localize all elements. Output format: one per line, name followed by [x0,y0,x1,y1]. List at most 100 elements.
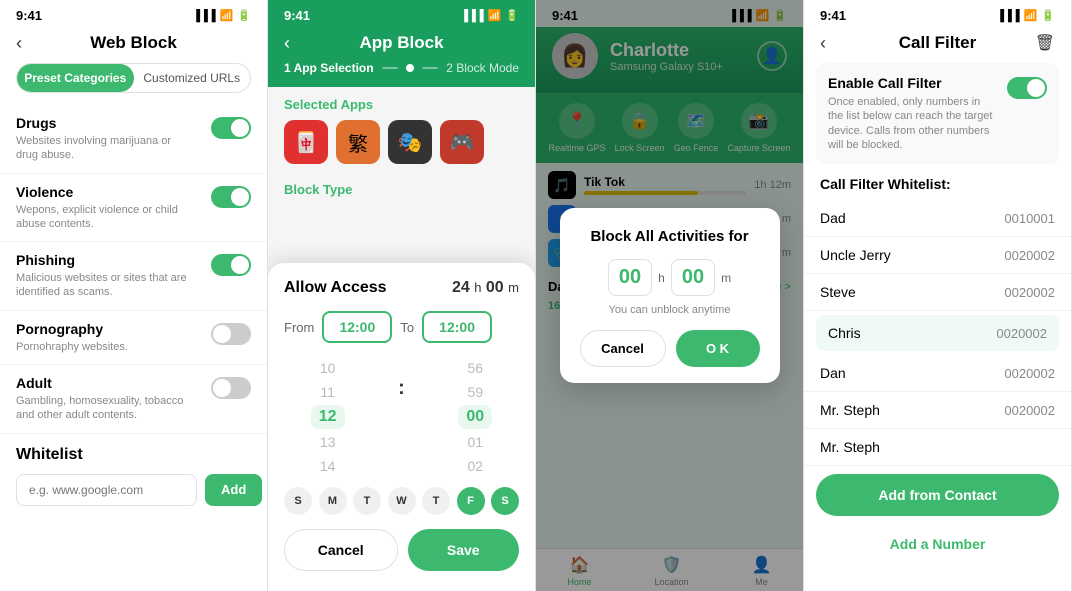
category-text: Pornography Pornohraphy websites. [16,321,128,354]
status-time-4: 9:41 [820,8,846,23]
day-button[interactable]: T [422,487,450,515]
contact-row[interactable]: Steve 0020002 [804,274,1071,311]
step-line [382,67,398,69]
category-item: Adult Gambling, homosexuality, tobacco a… [0,365,267,434]
app-block-header: ‹ App Block [268,27,535,61]
battery-icon: 🔋 [237,9,251,22]
contact-row[interactable]: Dad 0010001 [804,200,1071,237]
category-toggle[interactable] [211,254,251,276]
time-colon: : [398,357,405,477]
hours-col: 10 11 12 13 14 [311,357,345,477]
day-button[interactable]: T [353,487,381,515]
status-time-2: 9:41 [284,8,310,23]
status-icons-2: ▐▐▐ 📶 🔋 [460,9,519,22]
category-text: Drugs Websites involving marijuana or dr… [16,115,196,163]
step2-label: 2 Block Mode [446,61,519,75]
whitelist-label: Call Filter Whitelist: [804,176,1071,200]
contact-number: 0010001 [1004,211,1055,226]
tab-customized-urls[interactable]: Customized URLs [134,64,251,92]
contact-name: Mr. Steph [820,439,880,455]
category-text: Violence Wepons, explicit violence or ch… [16,184,196,232]
call-filter-header: ‹ Call Filter 🗑 [804,27,1071,63]
save-button-2[interactable]: Save [408,529,520,571]
category-item: Drugs Websites involving marijuana or dr… [0,105,267,174]
contact-name: Steve [820,284,856,300]
contact-name: Dan [820,365,846,381]
category-name: Phishing [16,252,196,268]
category-text: Phishing Malicious websites or sites tha… [16,252,196,300]
dialog-hours[interactable]: 00 [608,259,652,296]
enable-title: Enable Call Filter [828,75,997,91]
action-buttons: Cancel Save [284,529,519,571]
whitelist-input[interactable] [16,474,197,506]
call-filter-panel: 9:41 ▐▐▐ 📶 🔋 ‹ Call Filter 🗑 Enable Call… [804,0,1072,591]
category-toggle[interactable] [211,186,251,208]
dialog-cancel-button[interactable]: Cancel [580,330,666,367]
trash-icon[interactable]: 🗑 [1035,33,1055,53]
block-type-section: Block Type [268,172,535,213]
contact-row[interactable]: Mr. Steph [804,429,1071,466]
category-item: Violence Wepons, explicit violence or ch… [0,174,267,243]
wifi-icon-2: 📶 [488,9,502,22]
dialog-minutes[interactable]: 00 [671,259,715,296]
dialog-ok-button[interactable]: O K [676,330,760,367]
day-button[interactable]: M [319,487,347,515]
from-time-input[interactable]: 12:00 [322,311,392,343]
page-title-1: Web Block [90,33,177,53]
enable-text: Enable Call Filter Once enabled, only nu… [828,75,997,152]
contact-row[interactable]: Mr. Steph 0020002 [804,392,1071,429]
minutes-col: 56 59 00 01 02 [458,357,492,477]
category-item: Phishing Malicious websites or sites tha… [0,242,267,311]
back-button-2[interactable]: ‹ [284,33,290,54]
contact-row-highlighted[interactable]: Chris 0020002 [816,315,1059,351]
add-contact-button[interactable]: Add from Contact [816,474,1059,516]
dialog-time-row: 00 h 00 m [580,259,760,296]
dialog-buttons: Cancel O K [580,330,760,367]
dialog-m-label: m [721,271,731,285]
category-toggle[interactable] [211,377,251,399]
app-icon-1[interactable]: 🀄 [284,120,328,164]
whitelist-section: Whitelist Add [0,434,267,514]
category-toggle[interactable] [211,117,251,139]
day-button[interactable]: W [388,487,416,515]
day-button[interactable]: F [457,487,485,515]
back-button-4[interactable]: ‹ [820,33,826,54]
category-name: Drugs [16,115,196,131]
step-indicator: 1 App Selection 2 Block Mode [268,61,535,87]
dialog-overlay: Block All Activities for 00 h 00 m You c… [536,0,803,591]
cancel-button-2[interactable]: Cancel [284,529,398,571]
battery-icon-2: 🔋 [505,9,519,22]
app-icon-2[interactable]: 繁 [336,120,380,164]
add-whitelist-button[interactable]: Add [205,474,262,506]
block-type-label: Block Type [284,182,519,197]
time-scroll: 10 11 12 13 14 : 56 59 00 01 02 [284,357,519,477]
category-description: Wepons, explicit violence or child abuse… [16,203,196,232]
back-button-1[interactable]: ‹ [16,33,22,54]
contact-row[interactable]: Dan 0020002 [804,355,1071,392]
app-block-panel: 9:41 ▐▐▐ 📶 🔋 ‹ App Block 1 App Selection… [268,0,536,591]
day-button[interactable]: S [491,487,519,515]
contact-number: 0020002 [1004,248,1055,263]
allow-access-card: Allow Access 24 h 00 m From 12:00 To 12:… [268,263,535,591]
day-button[interactable]: S [284,487,312,515]
add-number-button[interactable]: Add a Number [816,526,1059,562]
status-icons-1: ▐▐▐ 📶 🔋 [192,9,251,22]
allow-access-title: Allow Access [284,279,387,297]
contact-name: Mr. Steph [820,402,880,418]
app-icon-3[interactable]: 🎭 [388,120,432,164]
contact-row[interactable]: Uncle Jerry 0020002 [804,237,1071,274]
contact-number: 0020002 [1004,403,1055,418]
page-title-4: Call Filter [899,33,976,53]
category-description: Gambling, homosexuality, tobacco and oth… [16,394,196,423]
enable-toggle[interactable] [1007,77,1047,99]
tab-preset-categories[interactable]: Preset Categories [17,64,134,92]
whitelist-title: Whitelist [16,446,251,464]
dialog-subtitle: You can unblock anytime [580,304,760,316]
category-item: Pornography Pornohraphy websites. [0,311,267,365]
to-time-input[interactable]: 12:00 [422,311,492,343]
signal-icon-2: ▐▐▐ [460,10,483,22]
day-selector: SMTWTFS [284,487,519,515]
app-icon-4[interactable]: 🎮 [440,120,484,164]
step-line-2 [422,67,438,69]
category-toggle[interactable] [211,323,251,345]
